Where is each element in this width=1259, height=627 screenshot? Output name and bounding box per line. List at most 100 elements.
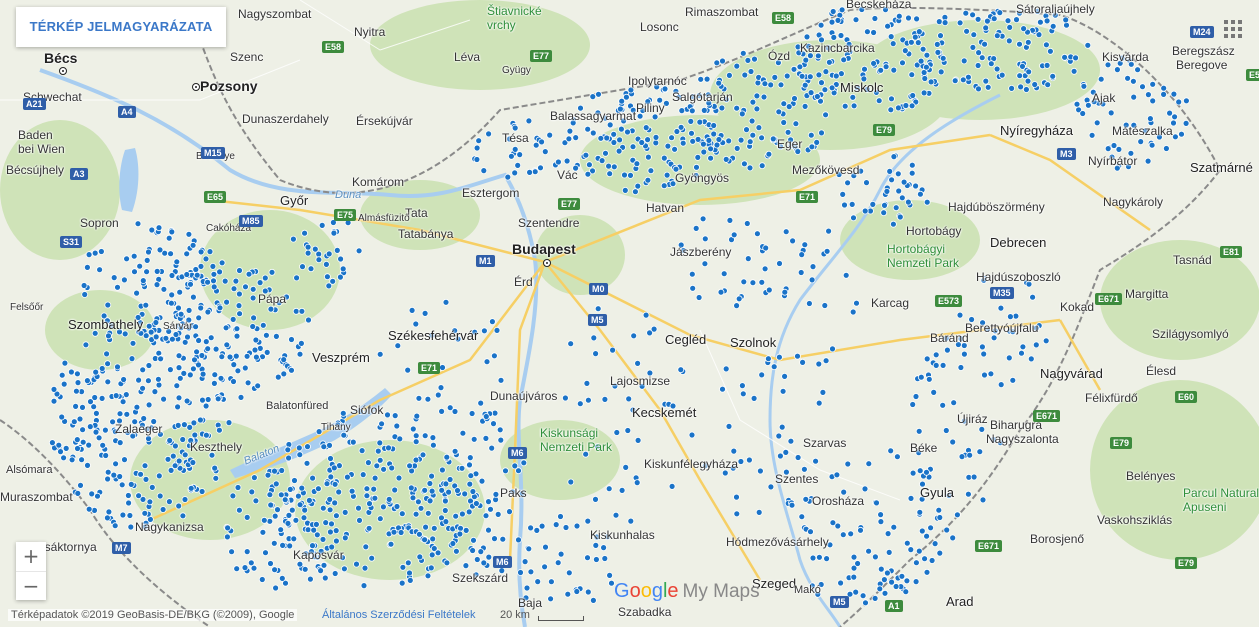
location-marker[interactable] bbox=[230, 361, 238, 369]
location-marker[interactable] bbox=[884, 22, 891, 30]
location-marker[interactable] bbox=[817, 21, 825, 29]
location-marker[interactable] bbox=[90, 403, 98, 411]
zoom-in-button[interactable]: + bbox=[16, 542, 46, 571]
location-marker[interactable] bbox=[204, 278, 212, 286]
location-marker[interactable] bbox=[613, 429, 621, 436]
location-marker[interactable] bbox=[572, 134, 580, 142]
location-marker[interactable] bbox=[175, 394, 183, 402]
location-marker[interactable] bbox=[888, 95, 895, 103]
location-marker[interactable] bbox=[970, 31, 978, 39]
location-marker[interactable] bbox=[385, 495, 393, 503]
location-marker[interactable] bbox=[1023, 86, 1030, 93]
location-marker[interactable] bbox=[168, 272, 176, 279]
location-marker[interactable] bbox=[473, 144, 481, 152]
location-marker[interactable] bbox=[441, 507, 449, 514]
location-marker[interactable] bbox=[185, 230, 193, 238]
location-marker[interactable] bbox=[1170, 90, 1178, 98]
location-marker[interactable] bbox=[1070, 67, 1078, 75]
location-marker[interactable] bbox=[678, 107, 686, 114]
location-marker[interactable] bbox=[95, 434, 103, 442]
location-marker[interactable] bbox=[1006, 23, 1014, 31]
location-marker[interactable] bbox=[917, 190, 924, 198]
location-marker[interactable] bbox=[792, 120, 800, 128]
location-marker[interactable] bbox=[832, 72, 840, 80]
location-marker[interactable] bbox=[210, 283, 218, 291]
location-marker[interactable] bbox=[537, 164, 544, 172]
location-marker[interactable] bbox=[168, 291, 176, 299]
location-marker[interactable] bbox=[634, 436, 642, 444]
location-marker[interactable] bbox=[93, 409, 100, 417]
location-marker[interactable] bbox=[482, 413, 490, 420]
location-marker[interactable] bbox=[326, 528, 334, 536]
location-marker[interactable] bbox=[323, 273, 331, 281]
location-marker[interactable] bbox=[155, 472, 163, 480]
location-marker[interactable] bbox=[419, 451, 427, 459]
location-marker[interactable] bbox=[452, 547, 460, 555]
location-marker[interactable] bbox=[135, 492, 143, 500]
location-marker[interactable] bbox=[304, 443, 311, 451]
location-marker[interactable] bbox=[696, 118, 704, 126]
location-marker[interactable] bbox=[923, 198, 931, 206]
location-marker[interactable] bbox=[492, 490, 500, 498]
location-marker[interactable] bbox=[520, 459, 528, 467]
location-marker[interactable] bbox=[438, 407, 446, 415]
location-marker[interactable] bbox=[612, 511, 620, 519]
location-marker[interactable] bbox=[733, 510, 741, 518]
location-marker[interactable] bbox=[907, 546, 915, 553]
location-marker[interactable] bbox=[719, 385, 726, 393]
location-marker[interactable] bbox=[261, 274, 269, 282]
location-marker[interactable] bbox=[434, 391, 442, 399]
location-marker[interactable] bbox=[145, 362, 153, 369]
location-marker[interactable] bbox=[323, 480, 331, 488]
location-marker[interactable] bbox=[1088, 131, 1096, 139]
location-marker[interactable] bbox=[1175, 98, 1183, 106]
location-marker[interactable] bbox=[881, 201, 888, 209]
location-marker[interactable] bbox=[1037, 18, 1044, 26]
location-marker[interactable] bbox=[1013, 16, 1020, 24]
location-marker[interactable] bbox=[319, 504, 327, 512]
zoom-out-button[interactable]: − bbox=[16, 572, 46, 601]
location-marker[interactable] bbox=[446, 476, 454, 483]
location-marker[interactable] bbox=[421, 536, 429, 544]
location-marker[interactable] bbox=[822, 111, 829, 119]
location-marker[interactable] bbox=[143, 256, 151, 264]
location-marker[interactable] bbox=[123, 255, 130, 263]
location-marker[interactable] bbox=[606, 170, 614, 178]
location-marker[interactable] bbox=[412, 438, 420, 446]
location-marker[interactable] bbox=[808, 276, 816, 284]
location-marker[interactable] bbox=[187, 484, 195, 492]
location-marker[interactable] bbox=[586, 161, 593, 169]
location-marker[interactable] bbox=[260, 516, 268, 524]
location-marker[interactable] bbox=[754, 79, 762, 87]
location-marker[interactable] bbox=[218, 259, 226, 267]
location-marker[interactable] bbox=[300, 514, 308, 522]
location-marker[interactable] bbox=[119, 398, 127, 406]
location-marker[interactable] bbox=[145, 401, 153, 409]
location-marker[interactable] bbox=[936, 514, 944, 521]
location-marker[interactable] bbox=[78, 456, 85, 464]
location-marker[interactable] bbox=[249, 323, 257, 330]
location-marker[interactable] bbox=[733, 144, 741, 152]
location-marker[interactable] bbox=[156, 492, 164, 500]
location-marker[interactable] bbox=[74, 379, 82, 387]
location-marker[interactable] bbox=[590, 597, 597, 604]
location-marker[interactable] bbox=[191, 431, 199, 439]
location-marker[interactable] bbox=[360, 582, 368, 589]
location-marker[interactable] bbox=[688, 270, 696, 278]
location-marker[interactable] bbox=[179, 436, 187, 443]
location-marker[interactable] bbox=[215, 426, 223, 434]
location-marker[interactable] bbox=[783, 72, 791, 80]
location-marker[interactable] bbox=[814, 93, 821, 100]
location-marker[interactable] bbox=[424, 572, 432, 580]
location-marker[interactable] bbox=[116, 410, 124, 418]
location-marker[interactable] bbox=[104, 378, 112, 386]
location-marker[interactable] bbox=[525, 545, 533, 553]
location-marker[interactable] bbox=[349, 438, 357, 446]
location-marker[interactable] bbox=[442, 298, 450, 306]
location-marker[interactable] bbox=[700, 148, 708, 156]
location-marker[interactable] bbox=[424, 395, 432, 403]
location-marker[interactable] bbox=[962, 9, 970, 17]
location-marker[interactable] bbox=[1182, 120, 1190, 127]
location-marker[interactable] bbox=[499, 535, 507, 543]
location-marker[interactable] bbox=[610, 130, 618, 138]
